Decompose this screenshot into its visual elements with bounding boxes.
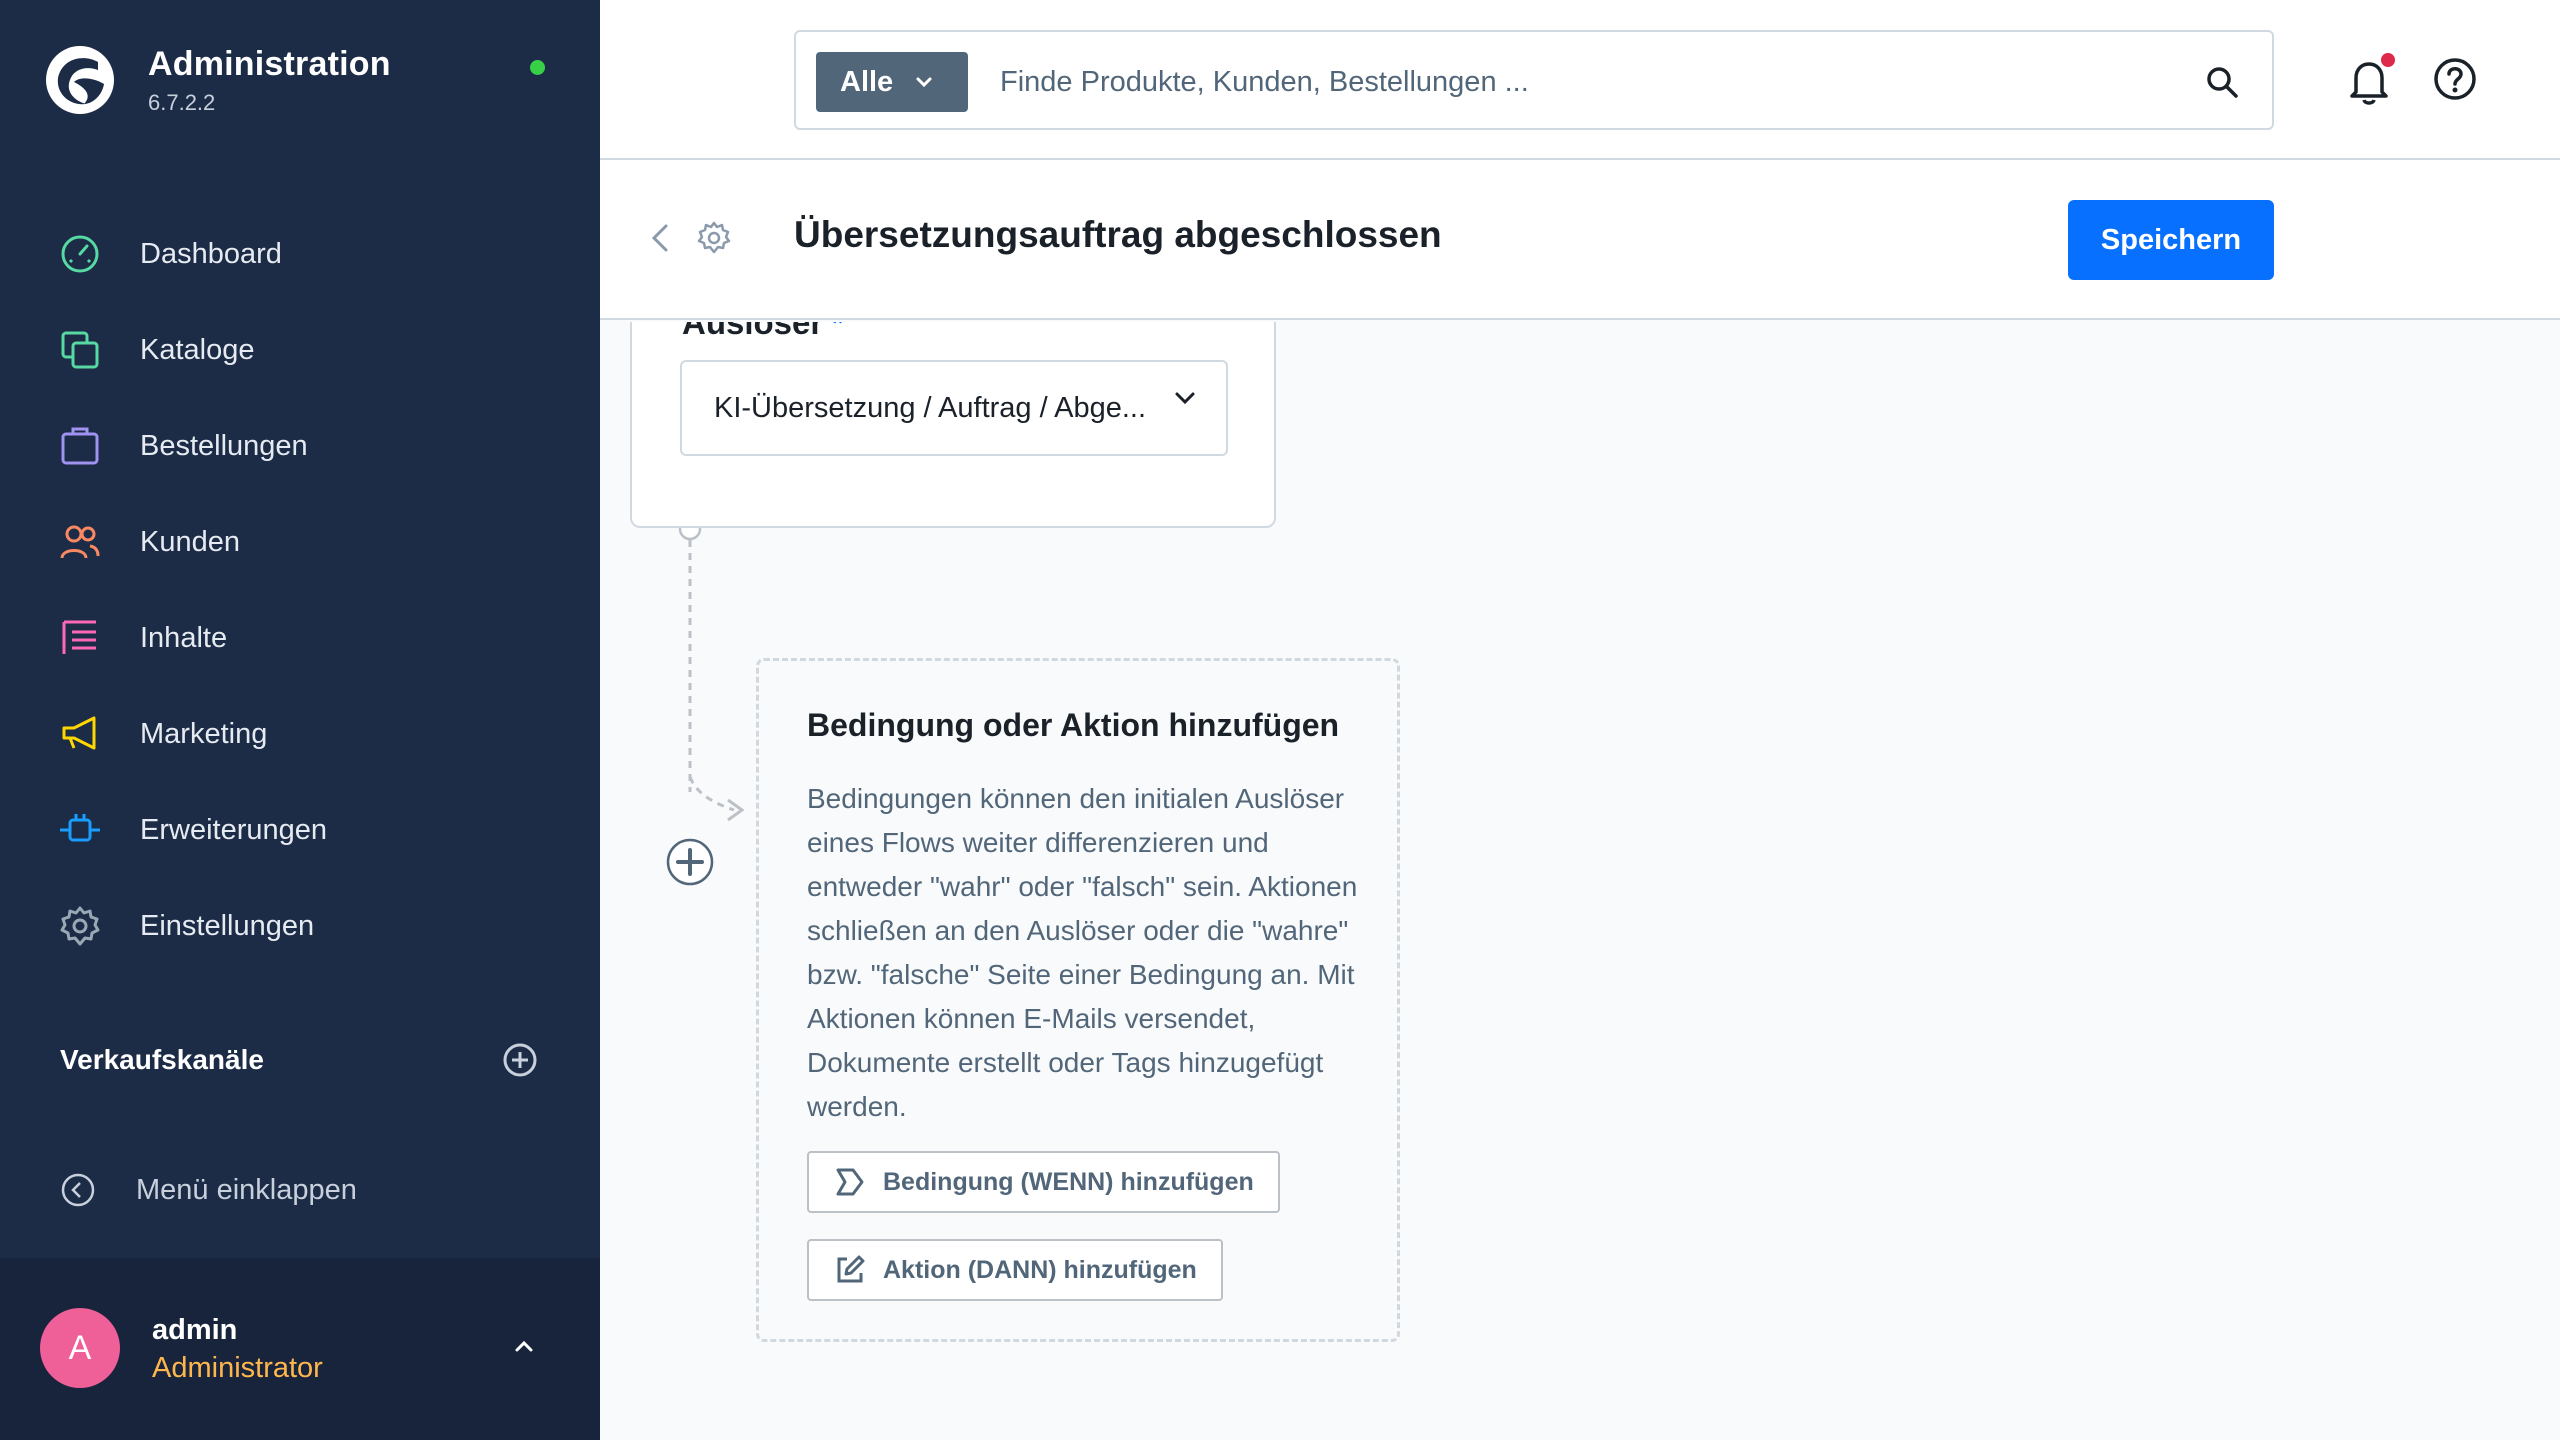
catalog-icon <box>61 331 99 369</box>
settings-icon <box>60 906 100 946</box>
collapse-menu-label: Menü einklappen <box>136 1173 357 1206</box>
add-condition-or-action-panel: Bedingung oder Aktion hinzufügen Bedingu… <box>756 658 1400 1342</box>
notification-bell-icon[interactable] <box>2342 52 2396 108</box>
trigger-label-text: Auslöser <box>682 322 824 341</box>
sidebar-item-label: Marketing <box>140 717 268 750</box>
sidebar-item-extensions[interactable]: Erweiterungen <box>0 782 600 878</box>
orders-icon <box>61 427 99 465</box>
search-icon[interactable] <box>2202 62 2242 102</box>
sidebar-item-dashboard[interactable]: Dashboard <box>0 206 600 302</box>
trigger-select-value: KI-Übersetzung / Auftrag / Abge... <box>714 391 1147 424</box>
main-navigation: Dashboard Kataloge Bestellungen Kunden I… <box>0 206 600 974</box>
sidebar-item-marketing[interactable]: Marketing <box>0 686 600 782</box>
sidebar-item-catalogs[interactable]: Kataloge <box>0 302 600 398</box>
user-role: Administrator <box>152 1352 323 1384</box>
sidebar-item-label: Erweiterungen <box>140 813 327 846</box>
page-title: Übersetzungsauftrag abgeschlossen <box>794 214 1442 255</box>
marketing-icon <box>62 716 96 750</box>
sidebar-item-label: Kunden <box>140 525 240 558</box>
sidebar-item-orders[interactable]: Bestellungen <box>0 398 600 494</box>
chevron-down-icon <box>916 77 932 88</box>
sidebar-item-label: Inhalte <box>140 621 228 654</box>
app-version: 6.7.2.2 <box>148 89 216 115</box>
search-scope-dropdown[interactable]: Alle <box>816 52 968 112</box>
shopware-logo-icon <box>46 46 114 114</box>
add-action-label: Aktion (DANN) hinzufügen <box>883 1255 1197 1284</box>
trigger-label: Auslöser * <box>682 322 844 342</box>
content-icon <box>62 620 96 654</box>
top-bar: Alle <box>600 0 2560 160</box>
add-condition-button[interactable]: Bedingung (WENN) hinzufügen <box>807 1151 1280 1213</box>
sidebar-item-customers[interactable]: Kunden <box>0 494 600 590</box>
trigger-select[interactable]: KI-Übersetzung / Auftrag / Abge... <box>680 360 1228 456</box>
add-panel-description: Bedingungen können den initialen Auslöse… <box>807 783 1358 1122</box>
chevron-left-circle-icon <box>61 1173 95 1207</box>
required-marker: * <box>831 322 845 341</box>
customers-icon <box>60 525 100 559</box>
edit-action-icon <box>837 1255 865 1283</box>
add-panel-title: Bedingung oder Aktion hinzufügen <box>807 707 1340 743</box>
flow-builder-canvas: Auslöser * KI-Übersetzung / Auftrag / Abg… <box>600 322 2560 1440</box>
avatar: A <box>40 1308 120 1388</box>
back-chevron-icon[interactable] <box>644 220 680 256</box>
sidebar-item-settings[interactable]: Einstellungen <box>0 878 600 974</box>
sidebar: Administration 6.7.2.2 Dashboard Katalog… <box>0 0 600 1440</box>
add-sales-channel-icon[interactable] <box>500 1040 540 1080</box>
sidebar-item-label: Einstellungen <box>140 909 315 942</box>
add-action-button[interactable]: Aktion (DANN) hinzufügen <box>807 1239 1223 1301</box>
trigger-card: Auslöser * KI-Übersetzung / Auftrag / Abg… <box>630 322 1276 528</box>
user-profile-bar[interactable]: A admin Administrator <box>0 1258 600 1440</box>
condition-rule-icon <box>836 1168 864 1196</box>
search-scope-label: Alle <box>840 65 894 98</box>
dashboard-icon <box>61 235 99 273</box>
extensions-icon <box>60 814 100 842</box>
app-title: Administration <box>148 44 391 83</box>
save-button[interactable]: Speichern <box>2068 200 2274 280</box>
sales-channels-section: Verkaufskanäle <box>60 1040 540 1080</box>
sidebar-item-content[interactable]: Inhalte <box>0 590 600 686</box>
global-search: Alle <box>794 30 2274 130</box>
sales-channels-title: Verkaufskanäle <box>60 1044 264 1075</box>
brand: Administration 6.7.2.2 <box>44 44 391 116</box>
gear-icon[interactable] <box>696 220 732 256</box>
add-condition-label: Bedingung (WENN) hinzufügen <box>883 1167 1254 1196</box>
user-name: admin <box>152 1314 238 1346</box>
collapse-menu-button[interactable]: Menü einklappen <box>60 1172 357 1208</box>
online-status-indicator <box>530 60 545 75</box>
search-input[interactable] <box>1000 56 2100 108</box>
sidebar-item-label: Kataloge <box>140 333 255 366</box>
help-icon[interactable] <box>2432 56 2478 102</box>
chevron-down-icon <box>1175 392 1195 405</box>
chevron-up-icon[interactable] <box>508 1330 540 1362</box>
add-sequence-plus-icon[interactable] <box>666 838 714 886</box>
sidebar-item-label: Bestellungen <box>140 429 308 462</box>
sidebar-item-label: Dashboard <box>140 237 282 270</box>
page-header: Übersetzungsauftrag abgeschlossen Speich… <box>600 160 2560 320</box>
